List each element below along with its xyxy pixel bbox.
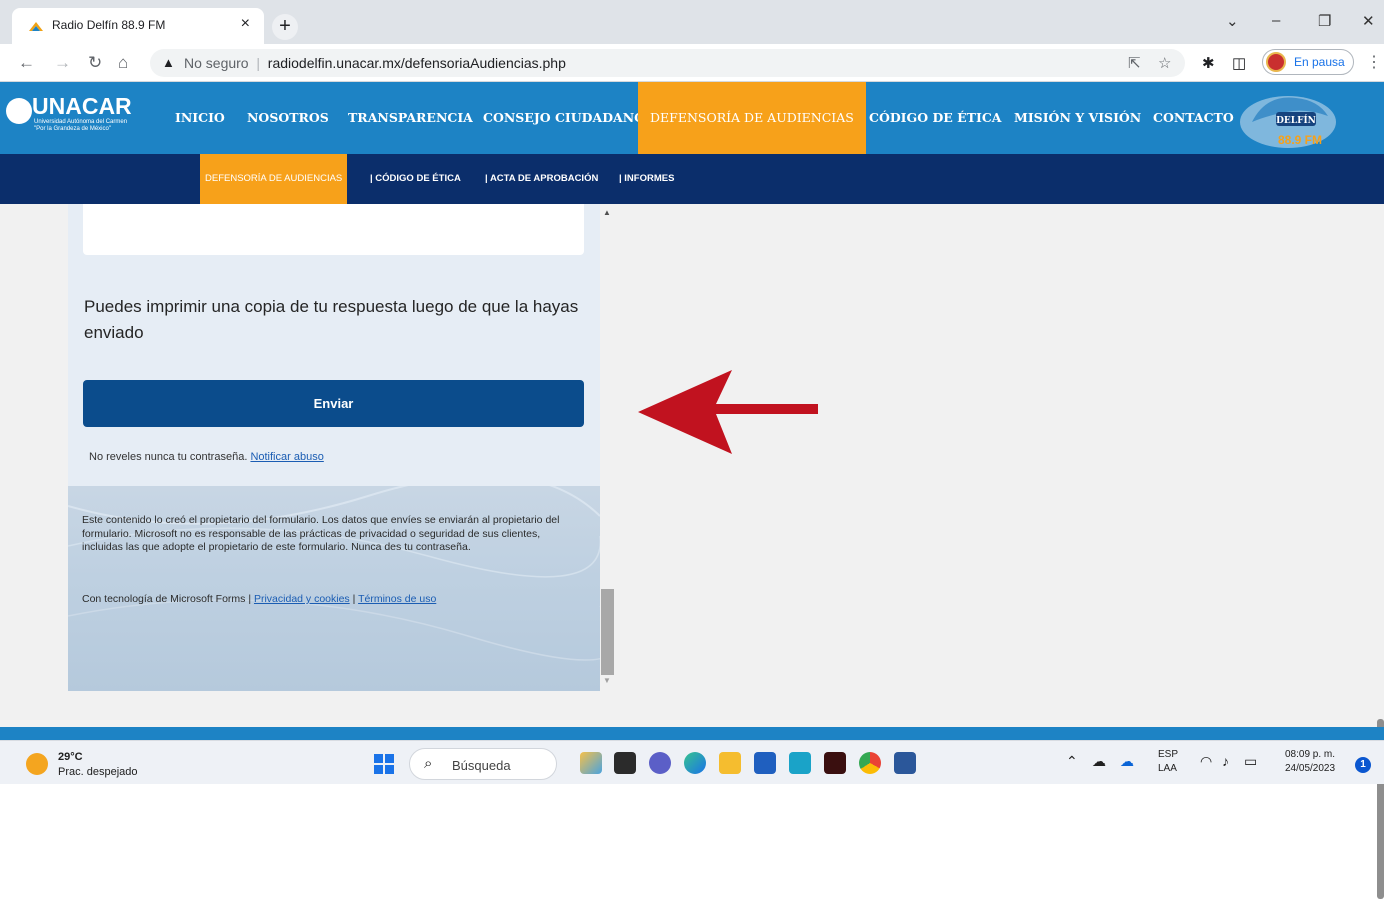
- chrome-icon[interactable]: [859, 752, 881, 774]
- privacy-cookies-link[interactable]: Privacidad y cookies: [254, 593, 350, 605]
- bookmark-star-icon[interactable]: ☆: [1158, 54, 1171, 72]
- site-subnav: DEFENSORÍA DE AUDIENCIAS | CÓDIGO DE ÉTI…: [0, 154, 1384, 204]
- task-view-icon[interactable]: [614, 752, 636, 774]
- subnav-defensoria-audiencias[interactable]: DEFENSORÍA DE AUDIENCIAS: [200, 154, 348, 204]
- site-header: UNACAR Universidad Autónoma del Carmen "…: [0, 82, 1384, 154]
- weather-temperature[interactable]: 29°C: [58, 751, 83, 763]
- l-app-icon[interactable]: [789, 752, 811, 774]
- browser-tab-strip: Radio Delfín 88.9 FM × + ⌄ – ❐ ✕: [0, 0, 1384, 44]
- keyboard-layout[interactable]: LAA: [1158, 763, 1177, 774]
- store-icon[interactable]: [754, 752, 776, 774]
- unacar-logo[interactable]: UNACAR Universidad Autónoma del Carmen "…: [6, 93, 146, 138]
- taskbar-search-label: Búsqueda: [452, 758, 511, 773]
- print-copy-note: Puedes imprimir una copia de tu respuest…: [84, 297, 579, 342]
- browser-toolbar: ← → ↻ ⌂ ▲ No seguro | radiodelfin.unacar…: [0, 44, 1384, 82]
- back-icon[interactable]: ←: [18, 53, 35, 73]
- powered-by-line: Con tecnología de Microsoft Forms | Priv…: [82, 593, 437, 605]
- nav-consejo-ciudadano[interactable]: CONSEJO CIUDADANO: [483, 82, 645, 154]
- nav-contacto[interactable]: CONTACTO: [1153, 82, 1234, 154]
- browser-tab[interactable]: Radio Delfín 88.9 FM ×: [12, 8, 264, 44]
- weather-moon-icon[interactable]: [26, 753, 48, 775]
- home-icon[interactable]: ⌂: [118, 53, 128, 73]
- nav-defensoria-audiencias[interactable]: DEFENSORÍA DE AUDIENCIAS: [638, 82, 866, 154]
- minimize-icon[interactable]: –: [1272, 12, 1280, 29]
- address-bar[interactable]: ▲ No seguro | radiodelfin.unacar.mx/defe…: [150, 49, 1185, 77]
- site-footer-band: [0, 727, 1384, 740]
- extensions-puzzle-icon[interactable]: ✱: [1202, 54, 1215, 72]
- subnav-informes[interactable]: | INFORMES: [619, 154, 674, 204]
- radio-favicon-icon: [29, 22, 43, 31]
- subnav-acta-aprobacion[interactable]: | ACTA DE APROBACIÓN: [485, 154, 598, 204]
- clock-time[interactable]: 08:09 p. m.: [1285, 749, 1335, 760]
- submit-button[interactable]: Enviar: [83, 380, 584, 427]
- onedrive-icon[interactable]: ☁: [1120, 753, 1134, 770]
- profile-paused-button[interactable]: En pausa: [1262, 49, 1354, 75]
- nav-mision-vision[interactable]: MISIÓN Y VISIÓN: [1014, 82, 1141, 154]
- forms-disclaimer: Este contenido lo creó el propietario de…: [82, 514, 560, 553]
- file-explorer-icon[interactable]: [719, 752, 741, 774]
- side-panel-icon[interactable]: ◫: [1232, 54, 1246, 72]
- browser-menu-icon[interactable]: ⋮: [1366, 52, 1382, 72]
- url-text[interactable]: radiodelfin.unacar.mx/defensoriaAudienci…: [268, 55, 566, 71]
- search-icon: ⌕: [424, 755, 433, 772]
- nav-inicio[interactable]: INICIO: [175, 82, 225, 154]
- svg-text:DELFÍN: DELFÍN: [1276, 114, 1316, 126]
- restore-icon[interactable]: ❐: [1318, 12, 1331, 30]
- profile-status-label: En pausa: [1294, 55, 1345, 69]
- clock-date[interactable]: 24/05/2023: [1285, 763, 1335, 774]
- word-icon[interactable]: [894, 752, 916, 774]
- new-tab-button[interactable]: +: [272, 14, 298, 40]
- nav-codigo-etica[interactable]: CÓDIGO DE ÉTICA: [869, 82, 1001, 154]
- windows-taskbar: 29°C Prac. despejado ⌕ Búsqueda ⌃ ☁ ☁ ES…: [0, 740, 1384, 784]
- battery-icon[interactable]: ▭: [1244, 753, 1257, 770]
- radio-delfin-logo[interactable]: DELFÍN 88.9 FM: [1236, 86, 1340, 152]
- tab-search-chevron-icon[interactable]: ⌄: [1226, 12, 1239, 30]
- teams-chat-icon[interactable]: [649, 752, 671, 774]
- widgets-app-icon[interactable]: [580, 752, 602, 774]
- notification-badge[interactable]: 1: [1355, 757, 1371, 773]
- share-icon[interactable]: ⇱: [1128, 54, 1141, 72]
- onedrive-personal-icon[interactable]: ☁: [1092, 753, 1106, 770]
- tab-close-icon[interactable]: ×: [241, 15, 250, 33]
- profile-avatar: [1266, 52, 1286, 72]
- report-abuse-link[interactable]: Notificar abuso: [250, 451, 323, 463]
- terms-of-use-link[interactable]: Términos de uso: [358, 593, 436, 605]
- tray-overflow-chevron-icon[interactable]: ⌃: [1066, 753, 1078, 770]
- taskbar-search[interactable]: ⌕ Búsqueda: [409, 748, 557, 780]
- close-window-icon[interactable]: ✕: [1362, 12, 1375, 30]
- windows-start-icon[interactable]: [374, 754, 394, 774]
- form-scrollbar-thumb[interactable]: [601, 589, 614, 675]
- nav-transparencia[interactable]: TRANSPARENCIA: [348, 82, 473, 154]
- security-label: No seguro: [184, 55, 249, 71]
- tab-title: Radio Delfín 88.9 FM: [52, 18, 166, 32]
- page-content: Puedes imprimir una copia de tu respuest…: [0, 204, 1384, 899]
- red-arrow-annotation: [638, 370, 818, 454]
- forward-icon[interactable]: →: [54, 53, 71, 73]
- globe-icon: [6, 98, 32, 124]
- password-note: No reveles nunca tu contraseña. Notifica…: [89, 451, 324, 463]
- microsoft-forms-embed: Puedes imprimir una copia de tu respuest…: [68, 204, 600, 691]
- subnav-codigo-etica[interactable]: | CÓDIGO DE ÉTICA: [370, 154, 461, 204]
- svg-text:88.9 FM: 88.9 FM: [1278, 133, 1322, 147]
- weather-description[interactable]: Prac. despejado: [58, 766, 138, 778]
- warning-icon[interactable]: ▲: [162, 55, 175, 70]
- scroll-down-arrow-icon[interactable]: ▼: [603, 676, 611, 685]
- answer-text-field[interactable]: [83, 204, 584, 255]
- reload-icon[interactable]: ↻: [88, 53, 102, 73]
- illustrator-icon[interactable]: [824, 752, 846, 774]
- wifi-icon[interactable]: ◠: [1200, 753, 1212, 770]
- nav-nosotros[interactable]: NOSOTROS: [247, 82, 329, 154]
- form-scrollbar[interactable]: ▲ ▼: [600, 204, 615, 691]
- volume-icon[interactable]: ♪: [1222, 753, 1229, 769]
- scroll-up-arrow-icon[interactable]: ▲: [603, 208, 611, 217]
- language-code[interactable]: ESP: [1158, 749, 1178, 760]
- edge-browser-icon[interactable]: [684, 752, 706, 774]
